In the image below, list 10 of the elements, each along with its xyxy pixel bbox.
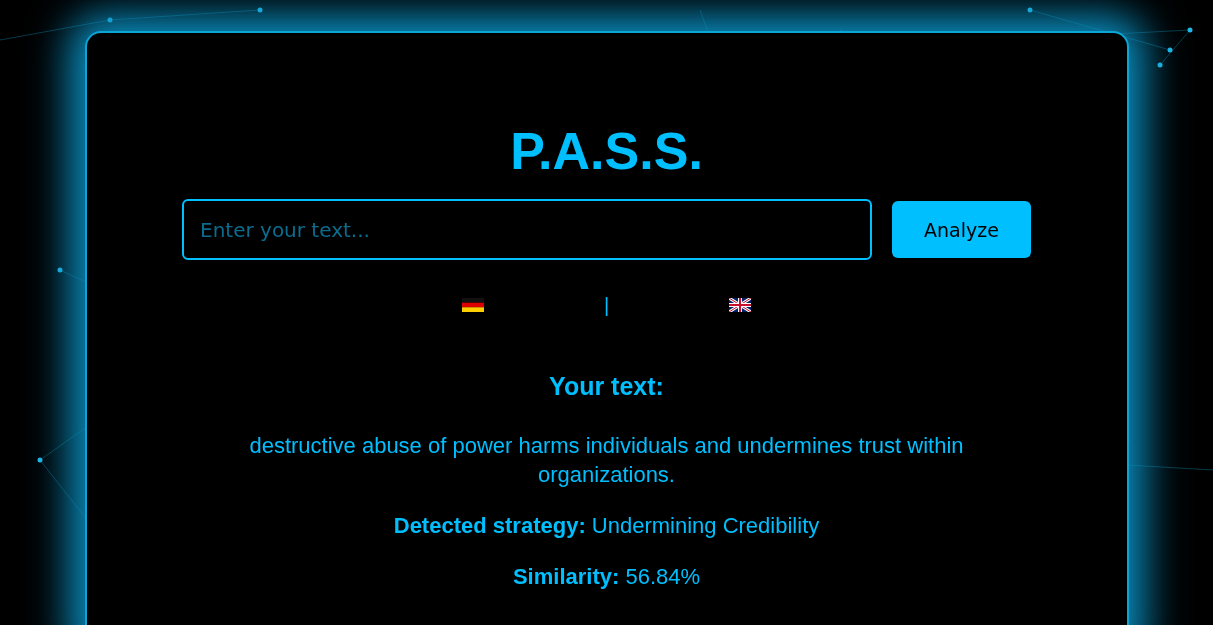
- result-heading: Your text:: [549, 372, 664, 401]
- analyze-button[interactable]: Analyze: [892, 201, 1031, 258]
- result-line: Similarity: 56.84%: [512, 563, 701, 591]
- analyzed-text: destructive abuse of power harms individuals and undermines trust within organizations.: [248, 432, 965, 489]
- result-line: Detected strategy: Undermining Credibility: [393, 512, 820, 540]
- app-title: P.A.S.S.: [510, 121, 703, 181]
- uk-flag-icon[interactable]: [729, 298, 752, 312]
- text-input-field[interactable]: Enter your text...: [182, 199, 872, 260]
- language-separator: |: [603, 293, 610, 317]
- german-flag-icon[interactable]: [461, 298, 484, 312]
